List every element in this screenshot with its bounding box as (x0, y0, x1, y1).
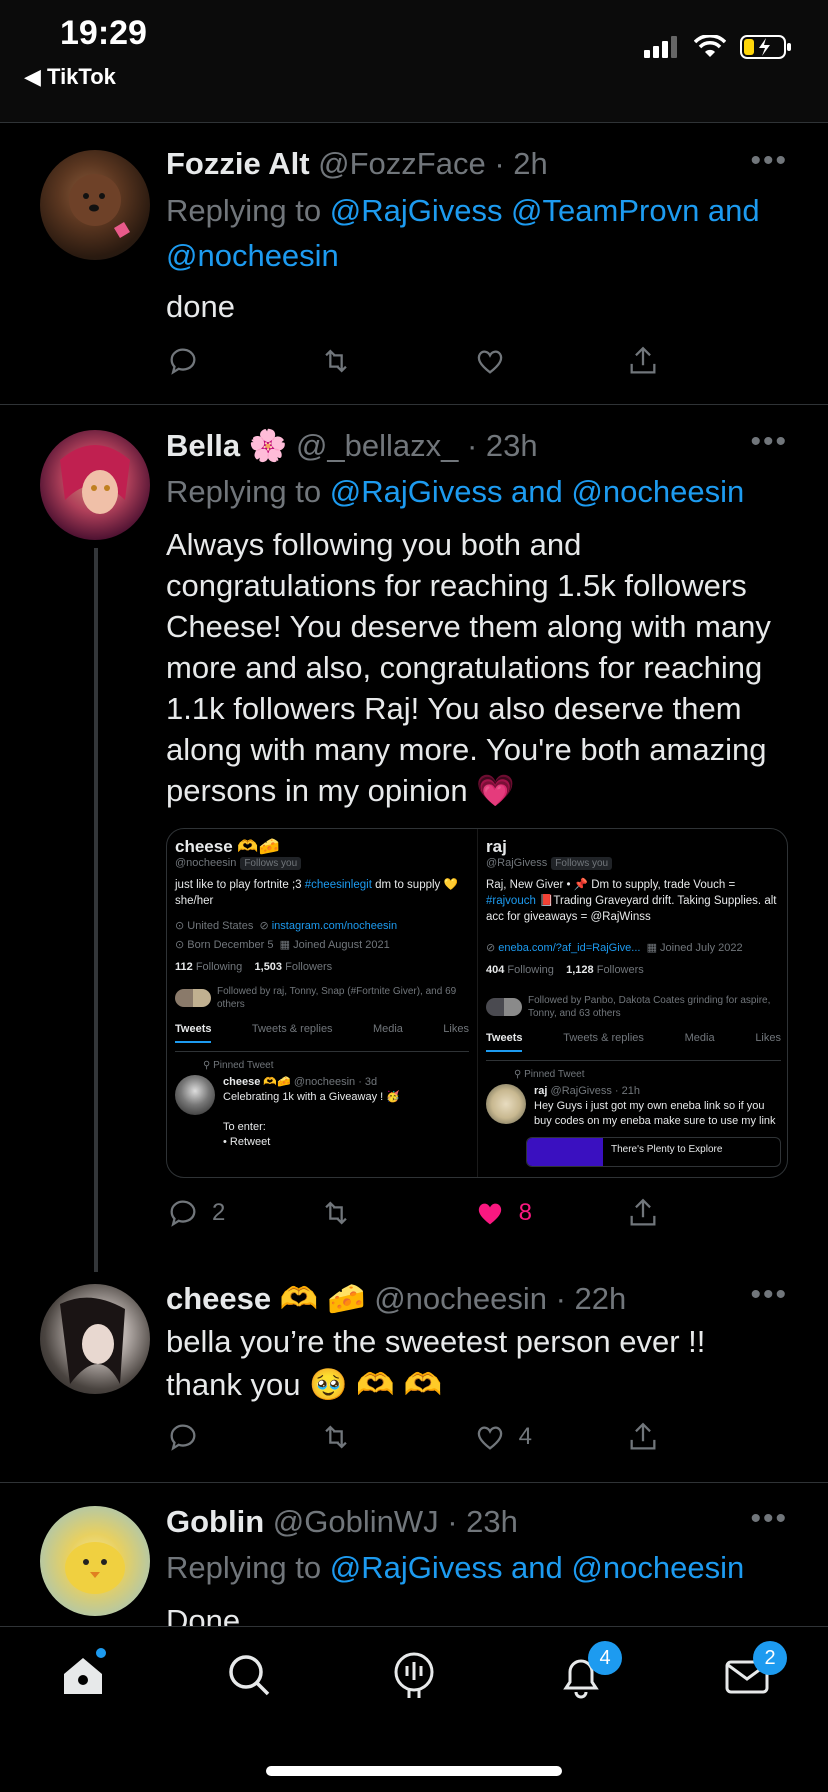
author-handle[interactable]: @GoblinWJ · 23h (273, 1504, 518, 1539)
notifications-badge: 4 (588, 1641, 622, 1675)
home-new-dot (96, 1648, 106, 1658)
search-icon (229, 1655, 270, 1696)
home-indicator (266, 1766, 562, 1776)
tweet-text: Done (166, 1603, 241, 1626)
avatar[interactable] (40, 1506, 150, 1616)
replying-links[interactable]: @RajGivess and @nocheesin (330, 1550, 744, 1585)
replying-to: Replying to @RajGivess and @nocheesin (166, 1545, 792, 1590)
messages-badge: 2 (753, 1641, 787, 1675)
search-tab[interactable] (222, 1648, 276, 1702)
home-tab[interactable] (56, 1648, 110, 1702)
author-name[interactable]: Goblin (166, 1504, 264, 1539)
spaces-icon (394, 1652, 434, 1698)
spaces-tab[interactable] (387, 1648, 441, 1702)
tweet-goblin[interactable]: Goblin @GoblinWJ · 23h ••• Replying to @… (0, 0, 828, 1626)
more-options-icon[interactable]: ••• (750, 1502, 788, 1536)
replying-prefix: Replying to (166, 1550, 330, 1585)
